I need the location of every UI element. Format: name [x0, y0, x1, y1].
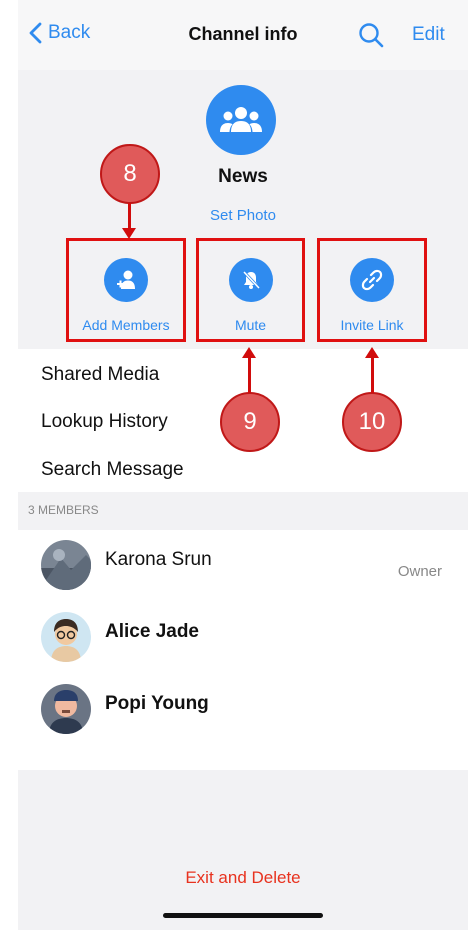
annotation-arrow-10 — [371, 357, 374, 393]
lookup-history-item[interactable]: Lookup History — [41, 411, 168, 433]
member-role: Owner — [397, 563, 442, 580]
annotation-badge-9: 9 — [220, 392, 280, 452]
home-indicator — [163, 913, 323, 918]
navigation-bar: Back Channel info Edit — [18, 0, 468, 70]
annotation-arrowhead-9 — [242, 347, 256, 358]
avatar — [41, 684, 91, 734]
set-photo-link[interactable]: Set Photo — [18, 207, 468, 224]
annotation-arrowhead-10 — [365, 347, 379, 358]
member-row[interactable]: Popi Young — [18, 680, 468, 744]
annotation-arrow-8 — [128, 203, 131, 230]
group-icon — [220, 107, 262, 132]
invite-link-label: Invite Link — [340, 317, 404, 333]
search-icon[interactable] — [358, 22, 384, 53]
member-name: Alice Jade — [105, 621, 199, 642]
annotation-badge-8: 8 — [100, 144, 160, 204]
invite-link-button[interactable]: Invite Link — [317, 238, 427, 342]
page-title: Channel info — [188, 24, 298, 44]
edit-button[interactable]: Edit — [412, 24, 445, 46]
search-message-item[interactable]: Search Message — [41, 459, 184, 481]
avatar — [41, 540, 91, 590]
mute-button[interactable]: Mute — [196, 238, 305, 342]
member-name: Karona Srun — [105, 549, 212, 570]
add-members-label: Add Members — [82, 317, 170, 333]
link-icon — [350, 258, 394, 302]
shared-media-item[interactable]: Shared Media — [41, 364, 159, 386]
avatar — [41, 612, 91, 662]
bell-slash-icon — [228, 258, 273, 302]
annotation-badge-10: 10 — [342, 392, 402, 452]
channel-name: News — [218, 166, 268, 187]
member-name: Popi Young — [105, 693, 209, 714]
member-row[interactable]: Alice Jade — [18, 608, 468, 672]
annotation-arrowhead-8 — [122, 228, 136, 239]
exit-and-delete-button[interactable]: Exit and Delete — [18, 868, 468, 888]
annotation-arrow-9 — [248, 357, 251, 393]
add-member-icon — [104, 258, 148, 302]
members-count-header: 3 MEMBERS — [28, 503, 99, 517]
channel-info-screen: Back Channel info Edit News Set Photo Ad… — [18, 0, 468, 930]
mute-label: Mute — [234, 317, 267, 333]
channel-avatar[interactable] — [206, 85, 276, 155]
members-list: Karona Srun Owner Alice Jade Popi Young — [18, 530, 468, 770]
add-members-button[interactable]: Add Members — [66, 238, 186, 342]
member-row[interactable]: Karona Srun Owner — [18, 536, 468, 600]
